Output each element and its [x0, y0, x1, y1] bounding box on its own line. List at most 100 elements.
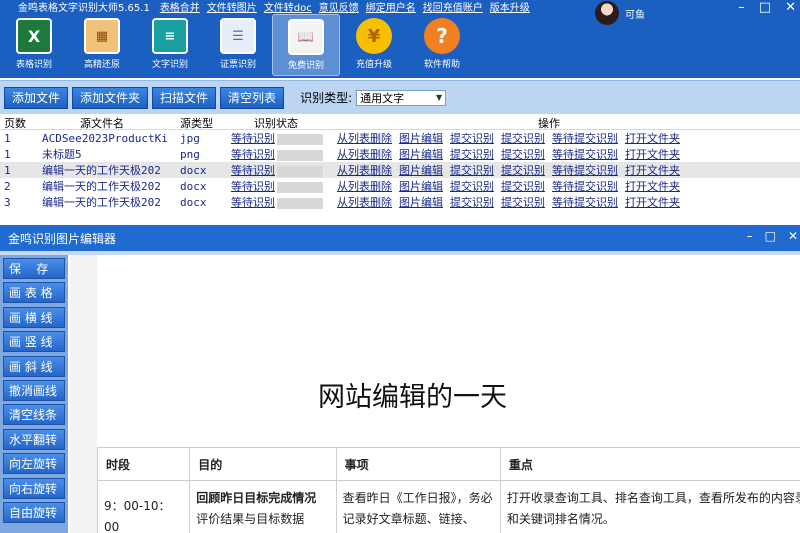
row-status-link[interactable]: 等待识别 [231, 148, 275, 161]
menu-link-recover-account[interactable]: 找回充值账户 [423, 0, 483, 14]
free-rotate-button[interactable]: 自由旋转 [3, 501, 65, 523]
remove-from-list-link[interactable]: 从列表删除 [337, 146, 392, 162]
edit-image-link[interactable]: 图片编辑 [399, 130, 443, 146]
clear-lines-button[interactable]: 清空线条 [3, 404, 65, 426]
menu-link-upgrade[interactable]: 版本升级 [490, 0, 530, 14]
submit-recognition-link-2[interactable]: 提交识别 [501, 178, 545, 194]
row-filename: 未标题5 [42, 148, 82, 161]
table-header-row: 时段 目的 事项 重点 [96, 447, 800, 481]
tool-recharge[interactable]: ¥ 充值升级 [340, 14, 408, 76]
draw-table-button[interactable]: 画 表 格 [3, 282, 65, 304]
row-filetype: docx [180, 195, 207, 209]
submit-recognition-link-2[interactable]: 提交识别 [501, 162, 545, 178]
row-status-link[interactable]: 等待识别 [231, 164, 275, 177]
col-header-ops[interactable]: 操作 [538, 115, 560, 131]
menu-link-feedback[interactable]: 意见反馈 [319, 0, 359, 14]
wait-submit-link[interactable]: 等待提交识别 [552, 130, 618, 146]
tool-text-recognition[interactable]: ≡ 文字识别 [136, 14, 204, 76]
rotate-right-button[interactable]: 向右旋转 [3, 477, 65, 499]
recognition-type-select[interactable]: 通用文字 ▼ [356, 89, 447, 106]
wait-submit-link[interactable]: 等待提交识别 [552, 162, 618, 178]
submit-recognition-link-2[interactable]: 提交识别 [501, 146, 545, 162]
tool-card-recognition[interactable]: ☰ 证票识别 [204, 14, 272, 76]
close-icon[interactable]: ✕ [788, 229, 798, 243]
remove-from-list-link[interactable]: 从列表删除 [337, 162, 392, 178]
tool-label: 文字识别 [151, 60, 188, 70]
menu-link-file-to-image[interactable]: 文件转图片 [207, 0, 257, 14]
wait-submit-link[interactable]: 等待提交识别 [552, 178, 618, 194]
tool-table-recognition[interactable]: X 表格识别 [0, 14, 68, 76]
open-folder-link[interactable]: 打开文件夹 [625, 178, 680, 194]
menu-link-bind-username[interactable]: 绑定用户名 [366, 0, 416, 14]
draw-vertical-line-button[interactable]: 画 竖 线 [3, 331, 65, 353]
wait-submit-link[interactable]: 等待提交识别 [552, 146, 618, 162]
remove-from-list-link[interactable]: 从列表删除 [337, 178, 392, 194]
draw-diagonal-line-button[interactable]: 画 斜 线 [3, 355, 65, 377]
col-header-type[interactable]: 源类型 [180, 115, 213, 131]
main-toolbar: X 表格识别 ▦ 高精还原 ≡ 文字识别 ☰ 证票识别 📖 免费识别 ¥ 充值升… [0, 14, 476, 78]
col-header-status[interactable]: 识别状态 [254, 115, 298, 131]
col-header-page[interactable]: 页数 [4, 115, 26, 131]
edit-image-link[interactable]: 图片编辑 [399, 178, 443, 194]
help-icon: ? [424, 18, 460, 54]
file-row[interactable]: 1 编辑一天的工作天极202 docx 等待识别 从列表删除 图片编辑 提交识别 提交识别 等待… [0, 162, 800, 178]
menu-link-table-merge[interactable]: 表格合并 [160, 0, 200, 14]
file-row[interactable]: 1 未标题5 png 等待识别 从列表删除 图片编辑 提交识别 提交识别 等待提交识别 打开文件夹 [0, 146, 800, 162]
avatar[interactable] [595, 1, 619, 25]
file-row[interactable]: 2 编辑一天的工作天极202 docx 等待识别 从列表删除 图片编辑 提交识别 提交识别 等待… [0, 178, 800, 194]
edit-image-link[interactable]: 图片编辑 [399, 162, 443, 178]
table-cell-time: 9：00-10：00 [96, 480, 191, 533]
minimize-icon[interactable]: – [738, 0, 745, 15]
file-row[interactable]: 1 ACDSee2023ProductKi jpg 等待识别 从列表删除 图片编辑 提交识别… [0, 130, 800, 146]
minimize-icon[interactable]: – [747, 229, 753, 243]
open-folder-link[interactable]: 打开文件夹 [625, 130, 680, 146]
file-list-rows: 1 ACDSee2023ProductKi jpg 等待识别 从列表删除 图片编辑 提交识别… [0, 130, 800, 210]
submit-recognition-link[interactable]: 提交识别 [450, 146, 494, 162]
scan-file-button[interactable]: 扫描文件 [152, 86, 217, 109]
row-status-link[interactable]: 等待识别 [231, 132, 275, 145]
flip-horizontal-button[interactable]: 水平翻转 [3, 428, 65, 450]
tool-label: 证票识别 [219, 60, 256, 70]
open-folder-link[interactable]: 打开文件夹 [625, 146, 680, 162]
add-folder-button[interactable]: 添加文件夹 [72, 86, 149, 109]
tool-high-precision-restore[interactable]: ▦ 高精还原 [68, 14, 136, 76]
submit-recognition-link[interactable]: 提交识别 [450, 162, 494, 178]
remove-from-list-link[interactable]: 从列表删除 [337, 194, 392, 210]
wait-submit-link[interactable]: 等待提交识别 [552, 194, 618, 210]
tool-free-recognition[interactable]: 📖 免费识别 [272, 14, 340, 76]
edit-image-link[interactable]: 图片编辑 [399, 146, 443, 162]
submit-recognition-link[interactable]: 提交识别 [450, 130, 494, 146]
maximize-icon[interactable]: □ [759, 0, 771, 15]
row-filename: 编辑一天的工作天极202 [42, 164, 161, 177]
undo-line-button[interactable]: 撤消画线 [3, 379, 65, 401]
rotate-left-button[interactable]: 向左旋转 [3, 453, 65, 475]
clear-list-button[interactable]: 清空列表 [220, 86, 285, 109]
user-info[interactable]: 可鱼 [595, 1, 645, 25]
close-icon[interactable]: ✕ [785, 0, 796, 15]
file-row[interactable]: 3 编辑一天的工作天极202 docx 等待识别 从列表删除 图片编辑 提交识别 提交识别 等待… [0, 194, 800, 210]
submit-recognition-link[interactable]: 提交识别 [450, 178, 494, 194]
submit-recognition-link[interactable]: 提交识别 [450, 194, 494, 210]
row-filename: ACDSee2023ProductKi [42, 131, 168, 145]
submit-recognition-link-2[interactable]: 提交识别 [501, 130, 545, 146]
save-button[interactable]: 保 存 [3, 258, 65, 279]
open-folder-link[interactable]: 打开文件夹 [625, 162, 680, 178]
remove-from-list-link[interactable]: 从列表删除 [337, 130, 392, 146]
row-status-link[interactable]: 等待识别 [231, 196, 275, 209]
table-cell-purpose: 回顾昨日目标完成情况 评价结果与目标数据 [189, 480, 337, 533]
row-status: 等待识别 [231, 194, 327, 210]
submit-recognition-link-2[interactable]: 提交识别 [501, 194, 545, 210]
maximize-icon[interactable]: □ [765, 229, 776, 243]
tool-help[interactable]: ? 软件帮助 [408, 14, 476, 76]
open-folder-link[interactable]: 打开文件夹 [625, 194, 680, 210]
edit-image-link[interactable]: 图片编辑 [399, 194, 443, 210]
table-cell-focus: 打开收录查询工具、排名查询工具，查看所发布的内容录和关键词排名情况。 [499, 480, 800, 533]
coin-icon: ¥ [356, 18, 392, 54]
restore-icon: ▦ [84, 18, 120, 54]
row-status-link[interactable]: 等待识别 [231, 180, 275, 193]
add-file-button[interactable]: 添加文件 [4, 86, 69, 109]
editor-canvas[interactable]: 网站编辑的一天 时段 目的 事项 重点 9：00-10：00 回顾昨日目标完成情… [70, 255, 800, 533]
col-header-name[interactable]: 源文件名 [80, 115, 124, 131]
menu-link-file-to-doc[interactable]: 文件转doc [264, 0, 312, 14]
draw-horizontal-line-button[interactable]: 画 横 线 [3, 306, 65, 328]
